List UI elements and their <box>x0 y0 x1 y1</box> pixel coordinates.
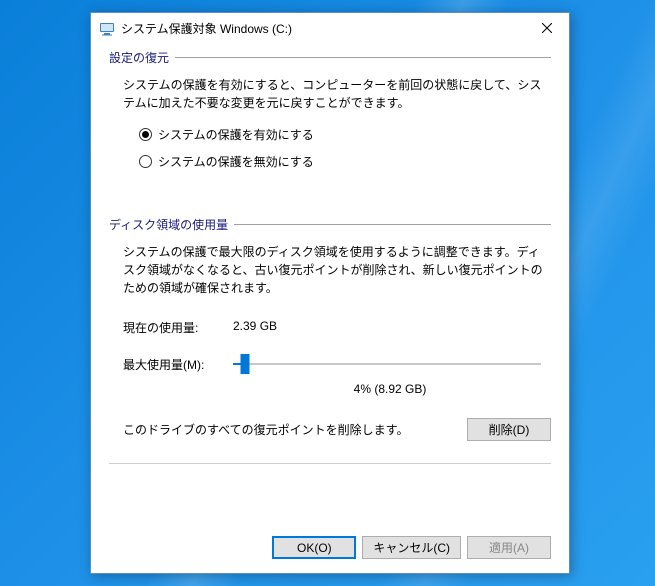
radio-enable-protection[interactable]: システムの保護を有効にする <box>139 126 551 143</box>
current-usage-row: 現在の使用量: 2.39 GB <box>123 319 551 336</box>
section-disk-header: ディスク領域の使用量 <box>109 216 551 233</box>
titlebar: システム保護対象 Windows (C:) <box>91 13 569 43</box>
window-title: システム保護対象 Windows (C:) <box>121 20 524 37</box>
divider <box>234 224 551 225</box>
dialog-content: 設定の復元 システムの保護を有効にすると、コンピューターを前回の状態に戻して、シ… <box>91 43 569 524</box>
close-button[interactable] <box>524 13 569 43</box>
slider-thumb[interactable] <box>241 354 250 374</box>
slider-track-line <box>233 363 541 365</box>
dialog-footer: OK(O) キャンセル(C) 適用(A) <box>91 524 569 573</box>
restore-description: システムの保護を有効にすると、コンピューターを前回の状態に戻して、システムに加え… <box>123 76 551 112</box>
delete-button[interactable]: 削除(D) <box>467 418 551 441</box>
radio-disable-protection[interactable]: システムの保護を無効にする <box>139 153 551 170</box>
apply-button[interactable]: 適用(A) <box>467 536 551 559</box>
protection-radio-group: システムの保護を有効にする システムの保護を無効にする <box>139 126 551 170</box>
max-usage-row: 最大使用量(M): <box>123 354 551 374</box>
radio-enable-label: システムの保護を有効にする <box>158 126 314 143</box>
divider <box>175 57 551 58</box>
disk-description: システムの保護で最大限のディスク領域を使用するように調整できます。ディスク領域が… <box>123 243 551 297</box>
slider-value-text: 4% (8.92 GB) <box>229 382 551 396</box>
cancel-button[interactable]: キャンセル(C) <box>362 536 461 559</box>
current-usage-label: 現在の使用量: <box>123 319 233 336</box>
delete-row: このドライブのすべての復元ポイントを削除します。 削除(D) <box>123 418 551 441</box>
radio-dot-icon <box>139 155 152 168</box>
system-protection-dialog: システム保護対象 Windows (C:) 設定の復元 システムの保護を有効にす… <box>90 12 570 574</box>
max-usage-slider[interactable] <box>233 354 541 374</box>
radio-disable-label: システムの保護を無効にする <box>158 153 314 170</box>
divider <box>109 463 551 464</box>
max-usage-label: 最大使用量(M): <box>123 356 233 373</box>
ok-button[interactable]: OK(O) <box>272 536 356 559</box>
system-protection-icon <box>99 20 115 36</box>
current-usage-value: 2.39 GB <box>233 319 277 336</box>
delete-description: このドライブのすべての復元ポイントを削除します。 <box>123 421 467 438</box>
section-restore-header: 設定の復元 <box>109 49 551 66</box>
radio-dot-icon <box>139 128 152 141</box>
